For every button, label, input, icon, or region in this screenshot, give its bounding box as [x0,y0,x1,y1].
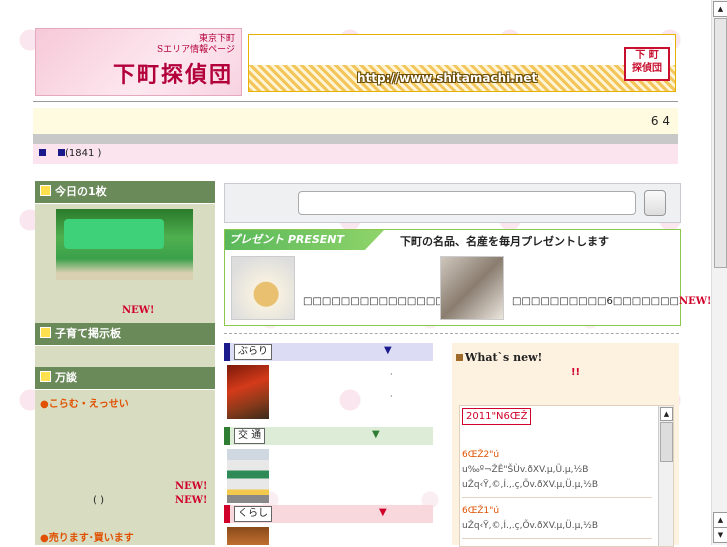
site-logo[interactable]: 東京下町 Sエリア情報ページ 下町探偵団 [35,28,242,96]
category-transport[interactable]: 交 通 ▼ [224,427,433,445]
logo-subtitle-2: Sエリア情報ページ [157,45,235,55]
logo-subtitle-1: 東京下町 [198,34,235,44]
whats-new-panel: What`s new! !! 2011"N6ŒŽ 6ŒŽ2"ú u‰º¬ŽÊ"Š… [452,343,679,547]
scroll-up-icon[interactable]: ▲ [713,512,727,528]
whats-new-exclaim: !! [571,367,581,378]
stamp-line-2: 探偵団 [632,63,662,74]
present-description: 下町の名品、名産を毎月プレゼントします [400,235,609,248]
left-sidebar: 今日の1枚 NEW! 子育て掲示板 万談 ●こらむ・えっせい NEW! NEW!… [35,181,215,545]
present-new-badge: NEW! [678,296,712,307]
board-title: 子育て掲示板 [55,327,121,340]
search-input[interactable] [298,191,636,215]
today-photo-header[interactable]: 今日の1枚 [35,181,215,204]
bullet-square-icon [58,149,65,156]
header-banner[interactable]: http://www.shitamachi.net 下 町 探偵団 [248,34,676,92]
header-divider [33,101,678,102]
present-item-caption-2[interactable]: □□□□□□□□□□6□□□□□□□ [512,296,679,307]
present-section: プレゼント PRESENT 下町の名品、名産を毎月プレゼントします □□□□□□… [224,229,711,326]
triangle-down-icon: ▼ [384,345,392,356]
today-photo[interactable] [56,209,193,280]
logo-title: 下町探偵団 [112,62,233,88]
banner-url: http://www.shitamachi.net [357,71,538,85]
talk-header[interactable]: 万談 [35,367,215,390]
square-bullet-icon [40,185,51,196]
visitor-counter: 6 4 [650,114,670,128]
info-count: (1841 ) [65,148,102,159]
category-burari[interactable]: ぶらり ▼ [224,343,433,361]
triangle-down-icon: ▼ [372,429,380,440]
square-bullet-icon [40,371,51,382]
sell-buy-link[interactable]: ●売ります･買います [40,529,134,544]
news-line[interactable]: u‰º¬ŽÊ"ŠÙv.ðXV.µ,Ü.µ,½B [462,465,588,475]
paren-text: ( ) [93,495,104,506]
category-life[interactable]: くらし ▼ [224,505,433,523]
present-item-image-1[interactable] [231,256,295,320]
category-thumb-transport[interactable] [227,449,269,503]
scroll-thumb[interactable] [660,422,673,462]
today-photo-title: 今日の1枚 [55,185,107,198]
banner-stamp: 下 町 探偵団 [624,47,670,81]
new-badge-2: NEW! [175,495,208,506]
scroll-up-icon[interactable]: ▲ [713,1,727,17]
category-label: 交 通 [234,428,266,444]
counter-bar: 6 4 [33,108,678,134]
news-line: 6ŒŽ1"ú [462,506,500,516]
triangle-down-icon: ▼ [379,507,387,518]
photo-pool [64,219,164,249]
talk-title: 万談 [55,371,77,384]
category-thumb-burari[interactable] [227,365,269,419]
present-item-image-2[interactable] [440,256,504,320]
square-bullet-icon [456,354,463,361]
scroll-up-icon[interactable]: ▲ [660,407,673,421]
category-label: くらし [234,506,272,522]
present-label: プレゼント PRESENT [225,230,384,250]
news-scrollbar[interactable]: ▲ [658,406,673,546]
news-line: 6ŒŽ2"ú [462,450,500,460]
year-label: 2011"N6ŒŽ [462,408,532,425]
dashed-divider [224,333,679,334]
search-bar [224,183,681,223]
dot-1: · [390,370,393,379]
whats-new-title: What`s new! [465,351,543,364]
stamp-line-1: 下 町 [635,50,659,61]
board-header[interactable]: 子育て掲示板 [35,323,215,346]
page-scrollbar[interactable]: ▲ ▲ ▼ [711,0,727,545]
column-link[interactable]: ●こらむ・えっせい [40,395,129,410]
info-bar: (1841 ) [33,144,678,164]
today-new-badge: NEW! [122,305,155,316]
search-button[interactable] [644,190,666,216]
new-badge-1: NEW! [175,481,208,492]
news-line[interactable]: uŽq‹Ÿ,©,Í.,.ç,Õv.ðXV.µ,Ü.µ,½B [462,480,598,490]
grey-divider [33,134,678,144]
news-line[interactable]: uŽq‹Ÿ,©,Í.,.ç,Õv.ðXV.µ,Ü.µ,½B [462,521,598,531]
square-bullet-icon [40,327,51,338]
dot-2: · [390,392,393,401]
category-label: ぶらり [234,344,272,360]
bullet-square-icon [39,149,46,156]
scroll-thumb[interactable] [714,18,727,268]
whats-new-list: 2011"N6ŒŽ 6ŒŽ2"ú u‰º¬ŽÊ"ŠÙv.ðXV.µ,Ü.µ,½B… [459,405,674,547]
category-thumb-life[interactable] [227,527,269,545]
scroll-down-icon[interactable]: ▼ [713,527,727,543]
